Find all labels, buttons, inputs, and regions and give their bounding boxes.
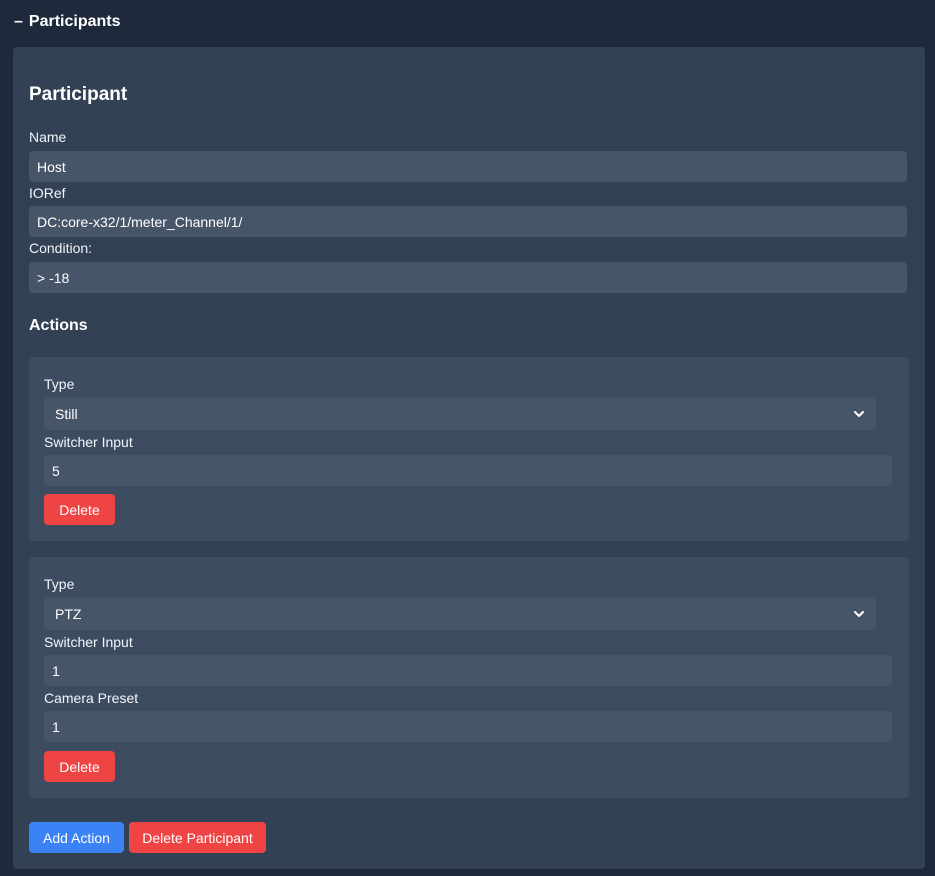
camera-preset-label: Camera Preset [44, 690, 139, 706]
type-select-value: Still [55, 405, 78, 422]
add-action-button[interactable]: Add Action [29, 822, 124, 853]
participants-section-toggle[interactable]: – Participants [14, 11, 121, 33]
action-card: Type PTZ Switcher Input Camera Preset De… [29, 557, 909, 798]
participant-card: Participant Name IORef Condition: Action… [13, 47, 925, 869]
collapse-icon: – [14, 13, 23, 30]
delete-action-button[interactable]: Delete [44, 751, 115, 782]
switcher-input-label: Switcher Input [44, 434, 133, 450]
name-label: Name [29, 129, 67, 145]
type-select[interactable]: Still [44, 397, 876, 430]
type-label: Type [44, 576, 75, 592]
switcher-input-field[interactable] [44, 655, 892, 686]
participant-title: Participant [29, 84, 128, 105]
ioref-input[interactable] [29, 206, 907, 237]
delete-participant-button[interactable]: Delete Participant [129, 822, 266, 853]
name-input[interactable] [29, 151, 907, 182]
chevron-down-icon [854, 610, 864, 617]
camera-preset-field[interactable] [44, 711, 892, 742]
delete-action-button[interactable]: Delete [44, 494, 115, 525]
section-title: Participants [28, 13, 121, 30]
condition-label: Condition: [29, 240, 93, 256]
actions-title: Actions [29, 317, 88, 334]
chevron-down-icon [854, 410, 864, 417]
type-select[interactable]: PTZ [44, 597, 876, 630]
action-card: Type Still Switcher Input Delete [29, 357, 909, 541]
condition-input[interactable] [29, 262, 907, 293]
switcher-input-label: Switcher Input [44, 634, 133, 650]
type-label: Type [44, 376, 75, 392]
ioref-label: IORef [29, 185, 66, 201]
type-select-value: PTZ [55, 605, 82, 622]
switcher-input-field[interactable] [44, 455, 892, 486]
